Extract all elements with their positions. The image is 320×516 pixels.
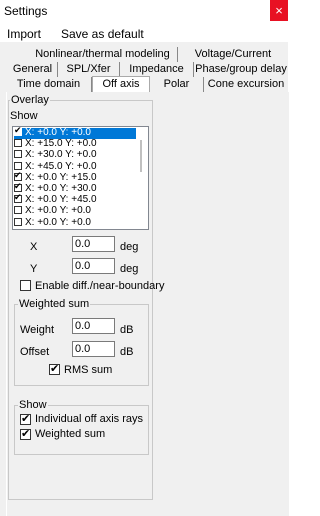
overlay-legend: Overlay	[10, 94, 50, 106]
tab-voltage-current[interactable]: Voltage/Current	[178, 47, 288, 62]
tab-spl-xfer[interactable]: SPL/Xfer	[58, 62, 120, 77]
tab-phase-group-delay[interactable]: Phase/group delay	[194, 62, 288, 77]
close-button[interactable]: ×	[270, 0, 288, 21]
tab-impedance[interactable]: Impedance	[120, 62, 194, 77]
rms-sum-label[interactable]: RMS sum	[64, 364, 112, 376]
y-label: Y	[30, 263, 38, 275]
weighted-sum-show-checkbox[interactable]	[20, 427, 31, 440]
tab-time-domain[interactable]: Time domain	[6, 77, 92, 92]
tab-nonlinear-thermal[interactable]: Nonlinear/thermal modeling	[28, 47, 178, 62]
weight-unit: dB	[120, 324, 134, 336]
menu-save-as-default[interactable]: Save as default	[61, 27, 144, 41]
menu-bar	[0, 23, 288, 41]
weight-label: Weight	[20, 324, 55, 336]
list-item-checkbox[interactable]	[14, 139, 22, 148]
weighted-sum-legend: Weighted sum	[18, 298, 91, 310]
list-item-checkbox[interactable]	[14, 125, 22, 136]
list-item-checkbox[interactable]	[14, 170, 22, 181]
list-item[interactable]: X: +0.0 Y: +45.0	[14, 192, 136, 206]
x-unit: deg	[120, 241, 139, 253]
offset-unit: dB	[120, 346, 134, 358]
list-item-checkbox[interactable]	[14, 206, 22, 215]
show-label: Show	[10, 110, 38, 122]
enable-diff-checkbox[interactable]	[20, 280, 31, 291]
list-item-label: X: +0.0 Y: +30.0	[25, 183, 97, 194]
list-item[interactable]: X: +45.0 Y: +0.0	[14, 160, 136, 173]
offset-input[interactable]: 0.0	[72, 341, 115, 357]
list-item[interactable]: X: +0.0 Y: +0.0	[14, 125, 136, 139]
list-item[interactable]: X: +0.0 Y: +0.0	[14, 216, 136, 229]
individual-rays-label[interactable]: Individual off axis rays	[35, 413, 143, 425]
list-item-label: X: +0.0 Y: +45.0	[25, 194, 97, 206]
list-item[interactable]: X: +0.0 Y: +0.0	[14, 206, 136, 217]
listbox-scrollbar[interactable]	[136, 127, 148, 229]
list-item-checkbox[interactable]	[14, 217, 22, 226]
x-angle-input[interactable]: 0.0	[72, 236, 115, 252]
rms-sum-checkbox[interactable]	[49, 362, 60, 375]
list-item[interactable]: X: +15.0 Y: +0.0	[14, 139, 136, 150]
list-item-checkbox[interactable]	[14, 192, 22, 204]
list-item-label: X: +0.0 Y: +15.0	[25, 171, 97, 183]
weight-input[interactable]: 0.0	[72, 318, 115, 334]
list-item-checkbox[interactable]	[14, 150, 22, 159]
list-item-label: X: +0.0 Y: +0.0	[25, 216, 91, 228]
individual-rays-checkbox[interactable]	[20, 412, 31, 425]
menu-import[interactable]: Import	[7, 27, 41, 41]
list-item[interactable]: X: +0.0 Y: +30.0	[14, 181, 136, 195]
scrollbar-thumb[interactable]	[140, 140, 142, 172]
show-legend: Show	[18, 399, 48, 411]
tab-off-axis[interactable]: Off axis	[92, 76, 150, 93]
list-item-label: X: +0.0 Y: +0.0	[25, 127, 91, 138]
list-item-label: X: +30.0 Y: +0.0	[25, 149, 97, 161]
tab-polar[interactable]: Polar	[150, 77, 204, 92]
x-label: X	[30, 241, 38, 253]
tab-cone-excursion[interactable]: Cone excursion	[204, 77, 288, 92]
tab-general[interactable]: General	[8, 62, 58, 77]
y-unit: deg	[120, 263, 139, 275]
offset-label: Offset	[20, 346, 50, 358]
list-item-label: X: +15.0 Y: +0.0	[25, 138, 97, 150]
list-item-checkbox[interactable]	[14, 181, 22, 192]
list-item-label: X: +45.0 Y: +0.0	[25, 160, 97, 172]
list-item[interactable]: X: +0.0 Y: +15.0	[14, 170, 136, 184]
window-title: Settings	[4, 4, 48, 18]
list-item[interactable]: X: +30.0 Y: +0.0	[14, 150, 136, 161]
list-item-checkbox[interactable]	[14, 161, 22, 170]
weighted-sum-show-label[interactable]: Weighted sum	[35, 428, 105, 440]
enable-diff-label[interactable]: Enable diff./near-boundary	[35, 280, 164, 292]
y-angle-input[interactable]: 0.0	[72, 258, 115, 274]
list-item-label: X: +0.0 Y: +0.0	[25, 205, 91, 217]
